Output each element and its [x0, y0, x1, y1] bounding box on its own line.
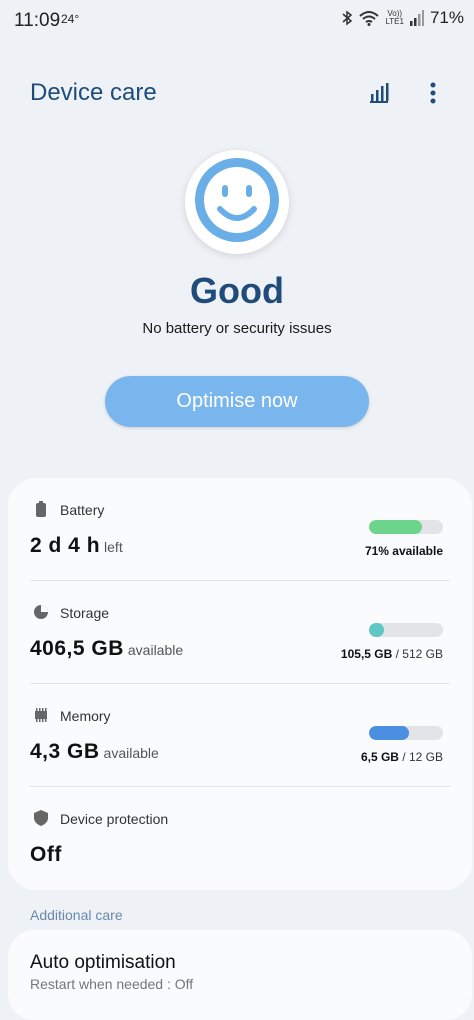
stats-icon[interactable] — [366, 80, 392, 106]
memory-value: 4,3 GB available — [30, 740, 159, 764]
battery-bar-fill — [369, 520, 422, 534]
memory-bar — [369, 726, 443, 740]
auto-optimisation-item[interactable]: Auto optimisation Restart when needed : … — [8, 930, 472, 1020]
memory-label: Memory — [60, 708, 111, 724]
status-temperature: 24° — [61, 12, 80, 26]
status-bar: 11:09 24° Vo)) LTE1 71% — [0, 0, 474, 44]
device-protection-status: Off — [30, 843, 62, 866]
storage-unit: available — [127, 642, 184, 658]
battery-value: 2 d 4 h left — [30, 534, 123, 558]
auto-optimisation-title: Auto optimisation — [30, 952, 176, 973]
status-time: 11:09 — [14, 10, 61, 31]
bluetooth-icon — [341, 10, 353, 26]
battery-bar — [369, 520, 443, 534]
signal-icon — [409, 10, 424, 26]
header-actions — [366, 80, 446, 106]
storage-available: 406,5 GB — [30, 637, 124, 660]
pie-chart-icon — [32, 603, 50, 621]
more-options-icon[interactable] — [420, 80, 446, 106]
battery-icon — [32, 500, 50, 518]
memory-available: 4,3 GB — [30, 740, 100, 763]
storage-row[interactable]: Storage 406,5 GB available 105,5 GB / 51… — [8, 581, 472, 684]
memory-bar-fill — [369, 726, 409, 740]
battery-unit: left — [104, 539, 123, 555]
storage-caption-total: / 512 GB — [392, 647, 443, 661]
device-protection-row[interactable]: Device protection Off — [8, 787, 472, 890]
memory-chip-icon — [32, 706, 50, 724]
additional-care-title: Additional care — [30, 907, 123, 923]
storage-caption-used: 105,5 GB — [340, 647, 393, 661]
device-protection-value: Off — [30, 843, 62, 867]
battery-label: Battery — [60, 502, 105, 518]
battery-percent: 71% — [429, 8, 464, 27]
battery-time-left: 2 d 4 h — [30, 534, 101, 557]
shield-icon — [32, 809, 50, 827]
volte-line-2: LTE1 — [385, 17, 404, 26]
device-status: Good — [190, 270, 284, 311]
memory-row[interactable]: Memory 4,3 GB available 6,5 GB / 12 GB — [8, 684, 472, 787]
memory-caption-total: / 12 GB — [398, 750, 443, 764]
optimise-now-button[interactable]: Optimise now — [105, 376, 369, 427]
battery-caption: 71% available — [365, 544, 443, 558]
page-title: Device care — [30, 79, 157, 106]
volte-indicator: Vo)) LTE1 — [385, 10, 404, 26]
memory-unit: available — [103, 745, 159, 761]
battery-row[interactable]: Battery 2 d 4 h left 71% available — [8, 478, 472, 581]
memory-caption: 6,5 GB / 12 GB — [361, 750, 443, 764]
device-protection-label: Device protection — [60, 811, 169, 827]
storage-value: 406,5 GB available — [30, 637, 183, 661]
storage-bar-fill — [369, 623, 385, 637]
storage-caption: 105,5 GB / 512 GB — [341, 647, 443, 661]
device-status-subtitle: No battery or security issues — [142, 320, 332, 337]
memory-caption-used: 6,5 GB — [360, 750, 399, 764]
storage-bar — [369, 623, 443, 637]
auto-optimisation-subtitle: Restart when needed : Off — [30, 976, 194, 992]
device-care-card: Battery 2 d 4 h left 71% available Stora… — [8, 478, 472, 890]
smiley-face-icon — [192, 155, 282, 250]
status-face — [185, 150, 289, 254]
status-icons: Vo)) LTE1 71% — [341, 8, 464, 28]
storage-label: Storage — [60, 605, 110, 621]
wifi-icon — [359, 10, 380, 26]
battery-caption-value: 71% available — [364, 544, 443, 558]
